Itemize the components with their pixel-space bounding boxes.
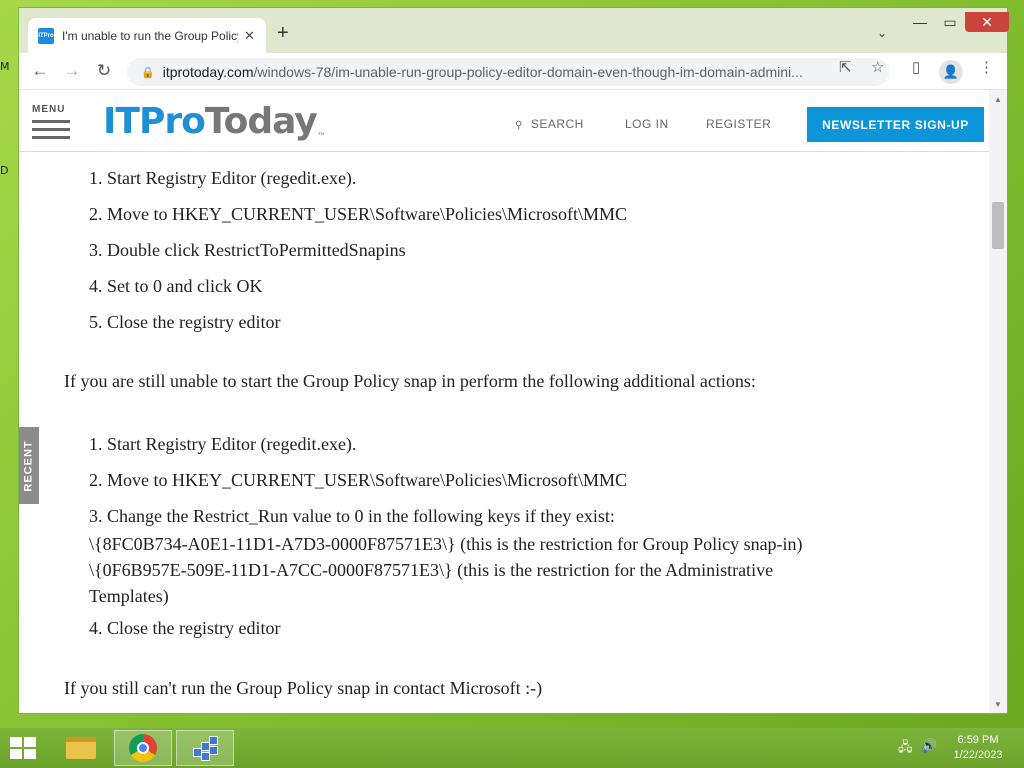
hamburger-icon-bar: [32, 136, 70, 139]
browser-tab[interactable]: ITPro I'm unable to run the Group Policy…: [28, 18, 266, 54]
logo-trademark: ™: [316, 132, 326, 142]
desktop-icon-fragment[interactable]: D: [0, 164, 8, 177]
logo-today: Today: [204, 101, 318, 142]
favicon-icon: ITPro: [38, 28, 54, 44]
search-link[interactable]: ⚲ SEARCH: [515, 117, 584, 131]
url-path: /windows-78/im-unable-run-group-policy-e…: [253, 64, 803, 80]
profile-avatar-icon[interactable]: 👤: [939, 60, 963, 84]
menu-button[interactable]: MENU: [32, 104, 70, 139]
windows-logo-pane: [24, 749, 36, 759]
hamburger-icon-bar: [32, 128, 70, 131]
minimize-button[interactable]: —: [905, 14, 935, 30]
hamburger-icon: [32, 120, 70, 123]
list-item: 4. Close the registry editor: [89, 618, 281, 638]
clock-time: 6:59 PM: [957, 734, 999, 746]
list-item: 5. Close the registry editor: [89, 312, 281, 332]
list-item: 3. Change the Restrict_Run value to 0 in…: [89, 506, 615, 526]
site-header: MENU ITProToday™ ⚲ SEARCH LOG IN REGISTER…: [19, 90, 989, 152]
address-bar[interactable]: 🔒 itprotoday.com/windows-78/im-unable-ru…: [127, 58, 889, 86]
list-item: 4. Set to 0 and click OK: [89, 276, 263, 296]
menu-label: MENU: [32, 104, 66, 115]
bookmark-star-icon[interactable]: ☆: [871, 58, 884, 76]
desktop-icon-fragment[interactable]: M: [0, 60, 10, 73]
volume-icon[interactable]: 🔊: [921, 738, 937, 754]
browser-menu-icon[interactable]: ⋮: [979, 58, 994, 76]
folder-icon: [66, 737, 96, 759]
forward-button[interactable]: →: [61, 61, 83, 81]
new-tab-button[interactable]: +: [277, 23, 289, 43]
register-link[interactable]: REGISTER: [706, 117, 771, 131]
tab-search-chevron-icon[interactable]: ⌄: [877, 26, 887, 40]
share-icon[interactable]: ⇱: [839, 58, 852, 76]
file-explorer-taskbar-button[interactable]: [52, 730, 110, 766]
clock-date: 1/22/2023: [953, 749, 1003, 761]
newsletter-signup-button[interactable]: NEWSLETTER SIGN-UP: [807, 107, 984, 142]
list-item-continuation: Templates): [89, 586, 169, 606]
chrome-taskbar-button[interactable]: [114, 730, 172, 766]
paragraph: If you are still unable to start the Gro…: [64, 371, 756, 391]
logo-itpro: ITPro: [103, 101, 206, 142]
tab-close-icon[interactable]: ✕: [244, 28, 255, 44]
windows-logo-pane: [24, 737, 36, 747]
reload-button[interactable]: ↻: [93, 61, 115, 81]
recent-tab[interactable]: RECENT: [19, 427, 39, 504]
browser-titlebar: ITPro I'm unable to run the Group Policy…: [19, 8, 1009, 54]
close-window-button[interactable]: ✕: [965, 12, 1009, 32]
paragraph: If you still can't run the Group Policy …: [64, 678, 543, 698]
browser-toolbar: ← → ↻ 🔒 itprotoday.com/windows-78/im-una…: [19, 53, 1007, 90]
list-item: 1. Start Registry Editor (regedit.exe).: [89, 434, 357, 454]
page-viewport: 1. Start Registry Editor (regedit.exe). …: [19, 90, 1007, 713]
windows-logo-icon: [10, 737, 22, 747]
vertical-scrollbar[interactable]: ▲ ▼: [989, 90, 1007, 713]
scroll-down-arrow-icon[interactable]: ▼: [994, 700, 1002, 709]
url-host: itprotoday.com: [162, 64, 254, 80]
list-item: 2. Move to HKEY_CURRENT_USER\Software\Po…: [89, 470, 627, 490]
lock-icon[interactable]: 🔒: [141, 66, 155, 79]
login-link[interactable]: LOG IN: [625, 117, 669, 131]
regedit-taskbar-button[interactable]: [176, 730, 234, 766]
network-icon[interactable]: 🖧: [898, 738, 913, 760]
browser-window: ITPro I'm unable to run the Group Policy…: [19, 8, 1009, 713]
recent-label: RECENT: [23, 439, 36, 492]
scroll-up-arrow-icon[interactable]: ▲: [994, 95, 1002, 104]
list-item: 1. Start Registry Editor (regedit.exe).: [89, 168, 357, 188]
taskbar: 🖧 🔊 6:59 PM 1/22/2023: [0, 728, 1024, 768]
restore-button[interactable]: ▭: [935, 14, 965, 31]
side-panel-icon[interactable]: ▯: [912, 58, 920, 76]
list-item: 3. Double click RestrictToPermittedSnapi…: [89, 240, 406, 260]
back-button[interactable]: ←: [29, 61, 51, 81]
windows-logo-pane: [10, 749, 22, 759]
system-clock[interactable]: 6:59 PM 1/22/2023: [946, 733, 1010, 763]
list-item: 2. Move to HKEY_CURRENT_USER\Software\Po…: [89, 204, 627, 224]
url-text[interactable]: itprotoday.com/windows-78/im-unable-run-…: [163, 64, 853, 80]
site-logo[interactable]: ITProToday™: [103, 101, 326, 142]
scrollbar-thumb[interactable]: [992, 202, 1004, 249]
registry-editor-icon: [191, 734, 219, 762]
search-icon: ⚲: [515, 120, 523, 131]
registry-key-line: \{0F6B957E-509E-11D1-A7CC-0000F87571E3\}…: [89, 560, 774, 580]
search-label: SEARCH: [530, 117, 584, 131]
tab-title: I'm unable to run the Group Policy: [62, 29, 238, 43]
registry-key-line: \{8FC0B734-A0E1-11D1-A7D3-0000F87571E3\}…: [89, 534, 803, 554]
chrome-icon: [129, 734, 157, 762]
